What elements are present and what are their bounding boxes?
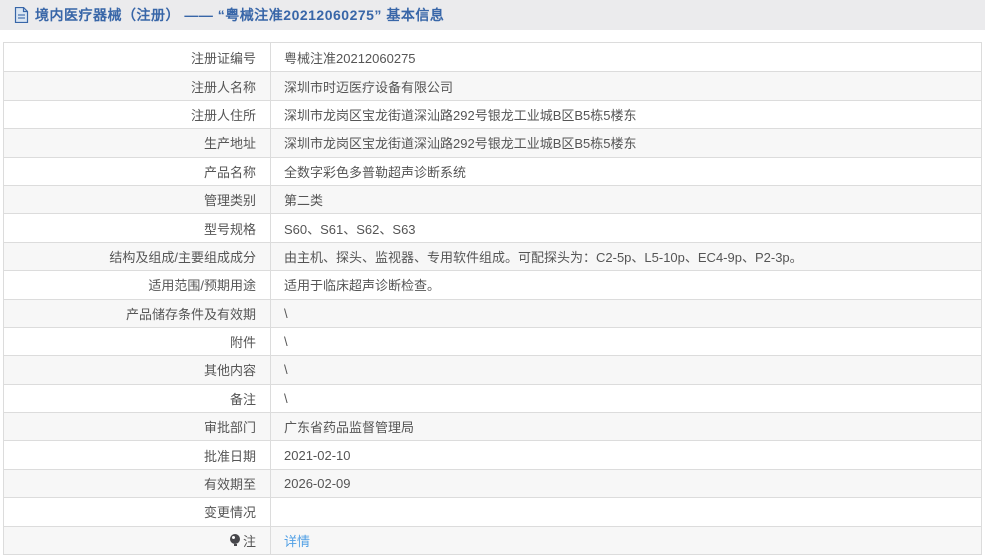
row-label: 管理类别	[4, 185, 271, 214]
row-value: \	[271, 300, 981, 327]
table-row: 生产地址 深圳市龙岗区宝龙街道深汕路292号银龙工业城B区B5栋5楼东	[4, 128, 981, 157]
row-label: 结构及组成/主要组成成分	[4, 242, 271, 271]
row-label: 其他内容	[4, 356, 271, 384]
row-label-text: 附件	[229, 335, 256, 351]
table-row: 注册人名称 深圳市时迈医疗设备有限公司	[4, 71, 981, 100]
row-label-text: 型号规格	[203, 221, 256, 237]
row-value-text: 2026-02-09	[284, 476, 351, 492]
table-row: 注册证编号 粤械注准20212060275	[4, 43, 981, 72]
row-value-text: 广东省药品监督管理局	[284, 420, 415, 436]
row-value: 粤械注准20212060275	[271, 43, 981, 71]
row-label: 有效期至	[4, 469, 271, 498]
document-icon	[14, 7, 29, 23]
row-label-text: 批准日期	[203, 448, 256, 464]
row-label: 注册证编号	[4, 43, 271, 72]
row-label: 注册人住所	[4, 100, 271, 129]
row-value: 广东省药品监督管理局	[271, 413, 981, 440]
row-value: 深圳市时迈医疗设备有限公司	[271, 72, 981, 99]
row-value-text: S60、S61、S62、S63	[284, 221, 416, 237]
row-label-text: 产品储存条件及有效期	[125, 306, 256, 322]
row-label-text: 管理类别	[203, 193, 256, 209]
row-label: 审批部门	[4, 413, 271, 441]
row-value-text: 深圳市龙岗区宝龙街道深汕路292号银龙工业城B区B5栋5楼东	[284, 136, 637, 152]
row-value-text: 深圳市时迈医疗设备有限公司	[284, 79, 454, 95]
row-label-text: 结构及组成/主要组成成分	[109, 249, 256, 265]
row-label-text: 生产地址	[203, 136, 256, 152]
row-label-text: 产品名称	[203, 164, 256, 180]
row-value: \	[271, 385, 981, 412]
row-value-text: 粤械注准20212060275	[284, 50, 416, 66]
page-title: 境内医疗器械（注册） —— “粤械注准20212060275” 基本信息	[35, 7, 445, 23]
row-value: 深圳市龙岗区宝龙街道深汕路292号银龙工业城B区B5栋5楼东	[271, 129, 981, 156]
row-label-text: 有效期至	[203, 477, 256, 493]
row-value-text: \	[284, 305, 288, 321]
page-header: 境内医疗器械（注册） —— “粤械注准20212060275” 基本信息	[0, 0, 985, 30]
row-value-text: 第二类	[284, 193, 324, 209]
table-row: 备注 \	[4, 383, 981, 413]
row-label-text: 备注	[229, 391, 256, 407]
row-label-text: 注册人住所	[190, 107, 256, 123]
row-label-text: 审批部门	[203, 420, 256, 436]
row-value: 2026-02-09	[271, 470, 981, 497]
row-value: 适用于临床超声诊断检查。	[271, 271, 981, 298]
row-value: 深圳市龙岗区宝龙街道深汕路292号银龙工业城B区B5栋5楼东	[271, 101, 981, 128]
row-label: 产品储存条件及有效期	[4, 299, 271, 327]
row-label: 产品名称	[4, 157, 271, 185]
table-row: 其他内容 \	[4, 355, 981, 384]
bulb-icon	[229, 534, 241, 547]
row-value: S60、S61、S62、S63	[271, 214, 981, 241]
row-label: 批准日期	[4, 441, 271, 469]
detail-link[interactable]: 详情	[284, 531, 310, 550]
row-value-text: \	[284, 334, 288, 350]
row-value: \	[271, 356, 981, 383]
registration-table: 注册证编号 粤械注准20212060275 注册人名称 深圳市时迈医疗设备有限公司 注册…	[3, 42, 982, 556]
row-value-text: 2021-02-10	[284, 447, 351, 463]
table-row: 注册人住所 深圳市龙岗区宝龙街道深汕路292号银龙工业城B区B5栋5楼东	[4, 99, 981, 129]
row-label: 备注	[4, 384, 271, 413]
row-label-text: 注册证编号	[190, 50, 256, 66]
table-row: 产品名称 全数字彩色多普勒超声诊断系统	[4, 156, 981, 185]
row-label: 注	[4, 526, 271, 555]
table-row: 产品储存条件及有效期 \	[4, 298, 981, 327]
row-value-text: 全数字彩色多普勒超声诊断系统	[284, 164, 467, 180]
row-label-text: 变更情况	[203, 505, 256, 521]
row-label: 注册人名称	[4, 72, 271, 100]
table-row: 型号规格 S60、S61、S62、S63	[4, 213, 981, 242]
row-value: 详情	[271, 527, 981, 554]
row-label-text: 其他内容	[203, 363, 256, 379]
row-label: 变更情况	[4, 498, 271, 526]
row-label: 适用范围/预期用途	[4, 271, 271, 299]
table-row: 管理类别 第二类	[4, 184, 981, 214]
table-row: 适用范围/预期用途 适用于临床超声诊断检查。	[4, 270, 981, 299]
row-value: 由主机、探头、监视器、专用软件组成。可配探头为：C2-5p、L5-10p、EC4…	[271, 243, 981, 270]
row-value: \	[271, 328, 981, 355]
row-value-text: \	[284, 390, 288, 406]
row-label: 型号规格	[4, 214, 271, 242]
row-label-text: 适用范围/预期用途	[148, 278, 256, 294]
row-value: 2021-02-10	[271, 441, 981, 468]
table-row: 批准日期 2021-02-10	[4, 440, 981, 469]
table-row: 结构及组成/主要组成成分 由主机、探头、监视器、专用软件组成。可配探头为：C2-5…	[4, 241, 981, 271]
row-value: 第二类	[271, 186, 981, 213]
row-label: 附件	[4, 327, 271, 356]
row-label-text: 注	[242, 533, 256, 549]
table-row: 审批部门 广东省药品监督管理局	[4, 412, 981, 441]
row-value-text: 由主机、探头、监视器、专用软件组成。可配探头为：C2-5p、L5-10p、EC4…	[284, 249, 803, 265]
row-value-text: \	[284, 362, 288, 378]
row-label-text: 注册人名称	[190, 79, 256, 95]
row-value: 全数字彩色多普勒超声诊断系统	[271, 158, 981, 185]
table-row: 注 详情	[4, 525, 981, 555]
row-value-text: 适用于临床超声诊断检查。	[284, 278, 441, 294]
row-label: 生产地址	[4, 129, 271, 157]
row-value	[271, 498, 981, 525]
table-row: 变更情况	[4, 497, 981, 526]
table-row: 有效期至 2026-02-09	[4, 468, 981, 498]
table-row: 附件 \	[4, 326, 981, 356]
row-value-text: 深圳市龙岗区宝龙街道深汕路292号银龙工业城B区B5栋5楼东	[284, 107, 637, 123]
